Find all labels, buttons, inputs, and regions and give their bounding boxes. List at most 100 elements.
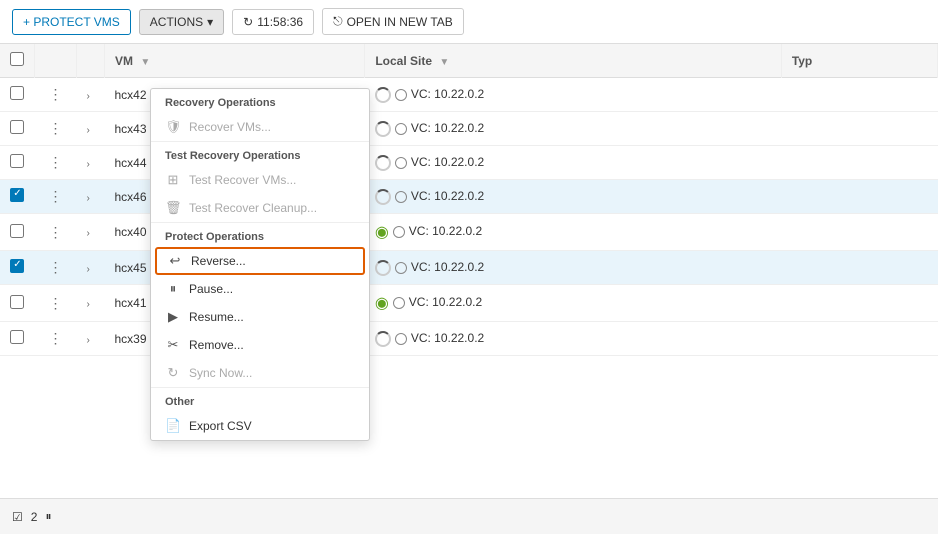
vm-table-container: VM ▼ Local Site ▼ Typ ⋮›hcx42VC: 10.22.0… [0,44,938,498]
open-new-tab-icon: ⎋ [333,14,343,29]
open-new-tab-button[interactable]: ⎋ OPEN IN NEW TAB [322,8,464,35]
select-all-checkbox[interactable] [10,52,24,66]
arrow-icon[interactable]: › [87,335,90,346]
actions-chevron-icon: ▾ [207,15,213,29]
dots-icon[interactable]: ⋮ [45,259,67,275]
menu-item-pause[interactable]: ⏸Pause... [151,275,369,303]
spinning-status-icon [375,189,391,205]
menu-section-2: Protect Operations [151,222,369,247]
vm-table: VM ▼ Local Site ▼ Typ ⋮›hcx42VC: 10.22.0… [0,44,938,356]
row-checkbox[interactable] [10,330,24,344]
table-body: ⋮›hcx42VC: 10.22.0.2⋮›hcx43VC: 10.22.0.2… [0,78,938,356]
expand-col-header [77,44,105,78]
scissors-icon: ✂ [165,337,181,353]
reverse-icon: ↩ [167,253,183,269]
table-row: ⋮›hcx44VC: 10.22.0.2 [0,146,938,180]
green-status-icon: ◉ [375,224,389,241]
dots-icon[interactable]: ⋮ [45,86,67,102]
row-expand-arrow[interactable]: › [77,285,105,322]
open-new-tab-label: OPEN IN NEW TAB [347,15,453,29]
arrow-icon[interactable]: › [87,91,90,102]
row-checkbox[interactable] [10,154,24,168]
row-checkbox-cell [0,180,35,214]
menu-item-reverse[interactable]: ↩ Reverse... [155,247,365,275]
local-sort-icon: ▼ [439,57,449,68]
row-checkbox[interactable] [10,224,24,238]
vm-sort-icon: ▼ [140,57,150,68]
footer-bar: ☑ 2 ⏸ [0,498,938,534]
row-expand-arrow[interactable]: › [77,112,105,146]
arrow-icon[interactable]: › [87,193,90,204]
refresh-icon: ↻ [243,15,253,29]
row-action-dots[interactable]: ⋮ [35,180,77,214]
row-checkbox-cell [0,78,35,112]
secondary-status-icon [395,123,407,135]
dots-icon[interactable]: ⋮ [45,154,67,170]
site-text: VC: 10.22.0.2 [411,331,484,345]
trash-icon: 🗑 [165,200,181,216]
dots-icon[interactable]: ⋮ [45,120,67,136]
arrow-icon[interactable]: › [87,125,90,136]
row-action-dots[interactable]: ⋮ [35,214,77,251]
row-action-dots[interactable]: ⋮ [35,285,77,322]
row-local-site: VC: 10.22.0.2 [365,251,782,285]
row-action-dots[interactable]: ⋮ [35,322,77,356]
spinning-status-icon [375,155,391,171]
row-expand-arrow[interactable]: › [77,322,105,356]
row-checkbox[interactable] [10,259,24,273]
shield-icon: 🛡 [165,119,181,135]
row-type [781,146,937,180]
refresh-button[interactable]: ↻ 11:58:36 [232,9,314,35]
resume-icon: ▶ [165,309,181,325]
row-local-site: ◉VC: 10.22.0.2 [365,214,782,251]
green-status-icon: ◉ [375,295,389,312]
menu-section-3: Other [151,387,369,412]
protect-vms-button[interactable]: + PROTECT VMS [12,9,131,35]
spinning-status-icon [375,87,391,103]
dots-icon[interactable]: ⋮ [45,188,67,204]
arrow-icon[interactable]: › [87,159,90,170]
menu-item-label: Test Recover VMs... [189,173,296,187]
row-expand-arrow[interactable]: › [77,78,105,112]
row-expand-arrow[interactable]: › [77,146,105,180]
row-local-site: VC: 10.22.0.2 [365,112,782,146]
row-action-dots[interactable]: ⋮ [35,112,77,146]
actions-button[interactable]: ACTIONS ▾ [139,9,224,35]
menu-item-remove[interactable]: ✂Remove... [151,331,369,359]
row-checkbox[interactable] [10,188,24,202]
row-checkbox[interactable] [10,295,24,309]
protect-vms-label: + PROTECT VMS [23,15,120,29]
menu-item-resume[interactable]: ▶Resume... [151,303,369,331]
footer-pause-icon: ⏸ [45,509,51,524]
arrow-icon[interactable]: › [87,228,90,239]
row-expand-arrow[interactable]: › [77,180,105,214]
row-checkbox[interactable] [10,86,24,100]
row-action-dots[interactable]: ⋮ [35,78,77,112]
menu-section-0: Recovery Operations [151,89,369,113]
row-local-site: ◉VC: 10.22.0.2 [365,285,782,322]
table-row: ⋮›hcx43VC: 10.22.0.2 [0,112,938,146]
row-checkbox-cell [0,214,35,251]
spinning-status-icon [375,121,391,137]
menu-item-export-csv[interactable]: 📄Export CSV [151,412,369,440]
row-checkbox-cell [0,146,35,180]
row-expand-arrow[interactable]: › [77,214,105,251]
row-type [781,112,937,146]
menu-item-label: Reverse... [191,254,246,268]
row-type [781,322,937,356]
menu-item-test-recover-vms: ⊞Test Recover VMs... [151,166,369,194]
dots-icon[interactable]: ⋮ [45,330,67,346]
row-checkbox[interactable] [10,120,24,134]
row-action-dots[interactable]: ⋮ [35,251,77,285]
dots-icon[interactable]: ⋮ [45,295,67,311]
spinning-status-icon [375,260,391,276]
arrow-icon[interactable]: › [87,264,90,275]
secondary-status-icon [395,333,407,345]
site-text: VC: 10.22.0.2 [411,155,484,169]
arrow-icon[interactable]: › [87,299,90,310]
row-type [781,180,937,214]
dots-icon[interactable]: ⋮ [45,224,67,240]
row-expand-arrow[interactable]: › [77,251,105,285]
row-action-dots[interactable]: ⋮ [35,146,77,180]
secondary-status-icon [395,262,407,274]
